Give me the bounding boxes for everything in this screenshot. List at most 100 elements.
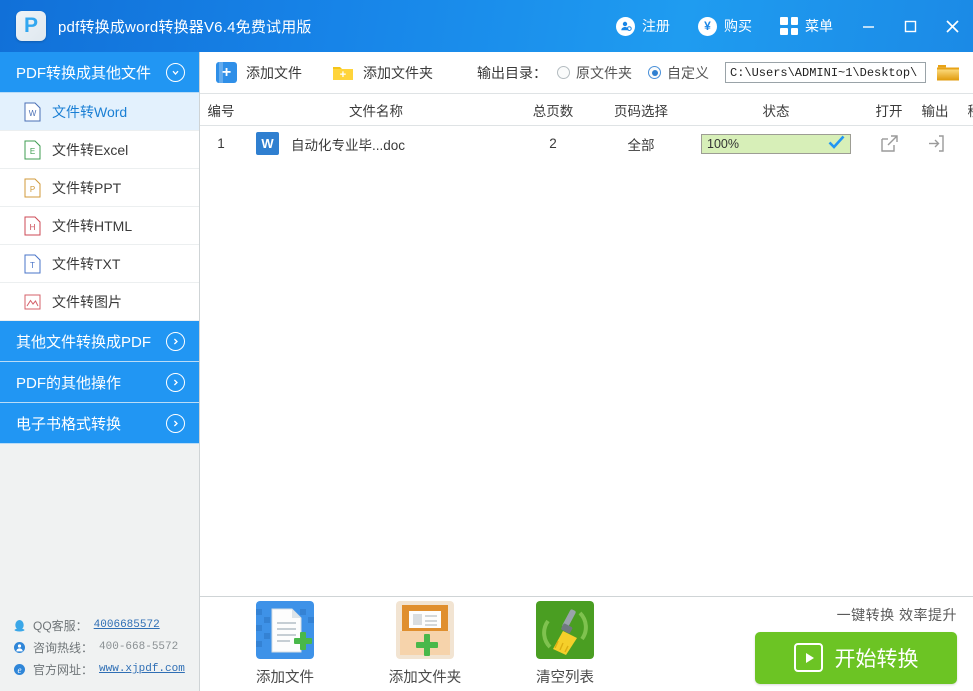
app-title: pdf转换成word转换器V6.4免费试用版 [58, 18, 312, 36]
register-label: 注册 [642, 18, 670, 34]
cell-remove[interactable] [958, 134, 973, 153]
sidebar-item-to-excel[interactable]: E 文件转Excel [0, 131, 199, 169]
sidebar-item-to-ppt[interactable]: P 文件转PPT [0, 169, 199, 207]
cell-page-select[interactable]: 全部 [596, 134, 686, 154]
export-arrow-icon[interactable] [926, 134, 945, 153]
sidebar-group-label: 电子书格式转换 [16, 415, 122, 433]
add-file-icon: + [216, 62, 237, 83]
sidebar-group-other-to-pdf[interactable]: 其他文件转换成PDF [0, 321, 199, 362]
chevron-down-icon [166, 62, 185, 82]
word-file-icon: W [24, 102, 41, 122]
ppt-file-icon: P [24, 178, 41, 198]
html-file-icon: H [24, 216, 41, 236]
cell-name: W 自动化专业毕...doc [242, 132, 510, 155]
sidebar-item-to-image[interactable]: 文件转图片 [0, 283, 199, 321]
buy-button[interactable]: ¥ 购买 [684, 0, 766, 52]
register-button[interactable]: 注册 [602, 0, 684, 52]
chevron-right-icon [166, 331, 185, 351]
toolbar-add-folder-button[interactable]: + 添加文件夹 [332, 63, 433, 83]
cell-no: 1 [217, 136, 225, 151]
sidebar-item-to-txt[interactable]: T 文件转TXT [0, 245, 199, 283]
yen-symbol: ¥ [704, 19, 711, 33]
table-body: 1 W 自动化专业毕...doc 2 全部 100% [200, 126, 973, 596]
close-button[interactable] [931, 0, 973, 52]
radio-custom-folder-indicator [648, 66, 661, 79]
main-area: PDF转换成其他文件 W 文件转Word E 文件转Excel P 文件转PPT… [0, 52, 973, 691]
th-page-select: 页码选择 [614, 103, 668, 119]
th-open: 打开 [875, 103, 903, 119]
sidebar-group-ebook-convert[interactable]: 电子书格式转换 [0, 403, 199, 444]
contact-hotline-label: 咨询热线： [33, 640, 94, 655]
cell-pages: 2 [549, 136, 557, 151]
th-output: 输出 [921, 103, 949, 119]
app-logo-letter: P [23, 13, 38, 37]
radio-source-folder-label: 原文件夹 [576, 64, 632, 81]
minimize-button[interactable] [847, 0, 889, 52]
radio-custom-folder-label: 自定义 [667, 64, 709, 81]
th-pages: 总页数 [532, 103, 574, 119]
progress-text: 100% [707, 136, 739, 151]
sidebar-group-label: PDF的其他操作 [16, 374, 122, 392]
sidebar-contact-info: QQ客服： 4006685572 咨询热线： 400-668-5572 e 官方… [0, 614, 199, 691]
contact-website-value[interactable]: www.xjpdf.com [99, 663, 185, 675]
radio-source-folder-indicator [557, 66, 570, 79]
footer-add-file-button[interactable]: 添加文件 [226, 601, 344, 687]
progress-bar: 100% [701, 133, 851, 154]
th-remove: 移除 [958, 100, 973, 120]
footer-add-file-label: 添加文件 [256, 670, 314, 686]
title-bar: P pdf转换成word转换器V6.4免费试用版 注册 ¥ 购买 菜单 [0, 0, 973, 52]
headset-icon [12, 640, 27, 655]
radio-custom-folder[interactable]: 自定义 [648, 63, 709, 83]
toolbar: + 添加文件 + 添加文件夹 输出目录： 原文件夹 自定义 [200, 52, 973, 94]
contact-hotline-value: 400-668-5572 [99, 641, 179, 653]
contact-hotline: 咨询热线： 400-668-5572 [12, 636, 199, 658]
th-name: 文件名称 [349, 103, 403, 119]
buy-label: 购买 [724, 18, 752, 34]
sidebar-item-label: 文件转TXT [52, 255, 121, 272]
toolbar-add-file-label: 添加文件 [246, 64, 302, 81]
output-path-input[interactable] [725, 62, 926, 83]
sidebar-group-pdf-to-other[interactable]: PDF转换成其他文件 [0, 52, 199, 93]
add-file-icon [256, 601, 314, 659]
sidebar-item-to-html[interactable]: H 文件转HTML [0, 207, 199, 245]
menu-button[interactable]: 菜单 [766, 0, 847, 52]
th-status: 状态 [762, 103, 790, 119]
toolbar-add-file-button[interactable]: + 添加文件 [216, 62, 302, 83]
image-file-icon [24, 292, 41, 312]
svg-text:P: P [30, 185, 35, 194]
contact-qq-value[interactable]: 4006685572 [94, 619, 160, 631]
sidebar-item-label: 文件转HTML [52, 217, 133, 234]
start-convert-button[interactable]: 开始转换 [755, 631, 957, 684]
sidebar-group-label: PDF转换成其他文件 [16, 64, 152, 82]
clear-list-icon [536, 601, 594, 659]
maximize-button[interactable] [889, 0, 931, 52]
contact-qq-label: QQ客服： [33, 618, 88, 633]
menu-label: 菜单 [805, 18, 833, 34]
sidebar-group-pdf-operations[interactable]: PDF的其他操作 [0, 362, 199, 403]
qq-penguin-icon [12, 618, 27, 633]
svg-text:H: H [30, 223, 36, 232]
svg-text:+: + [340, 69, 346, 81]
sidebar: PDF转换成其他文件 W 文件转Word E 文件转Excel P 文件转PPT… [0, 52, 200, 691]
footer-add-folder-button[interactable]: 添加文件夹 [366, 601, 484, 687]
toolbar-add-folder-label: 添加文件夹 [363, 64, 433, 81]
open-external-icon[interactable] [880, 134, 899, 153]
cell-output[interactable] [912, 134, 958, 153]
sidebar-item-to-word[interactable]: W 文件转Word [0, 93, 199, 131]
svg-text:W: W [29, 109, 37, 118]
browse-folder-button[interactable] [935, 62, 961, 84]
th-no: 编号 [207, 103, 235, 119]
contact-qq: QQ客服： 4006685572 [12, 614, 199, 636]
grid-menu-icon [780, 17, 798, 35]
chevron-right-icon [166, 372, 185, 392]
footer-tagline: 一键转换 效率提升 [836, 606, 957, 623]
footer-clear-list-button[interactable]: 清空列表 [506, 601, 624, 687]
radio-source-folder[interactable]: 原文件夹 [557, 63, 632, 83]
table-row[interactable]: 1 W 自动化专业毕...doc 2 全部 100% [200, 126, 973, 161]
contact-website-label: 官方网址： [33, 662, 94, 677]
cell-open[interactable] [866, 134, 912, 153]
footer-bar: 添加文件 添加文件夹 清空列表 一键转换 效率提升 开始转换 [200, 596, 973, 691]
contact-website: e 官方网址： www.xjpdf.com [12, 658, 199, 680]
svg-text:E: E [30, 147, 35, 156]
word-doc-icon: W [256, 132, 279, 155]
